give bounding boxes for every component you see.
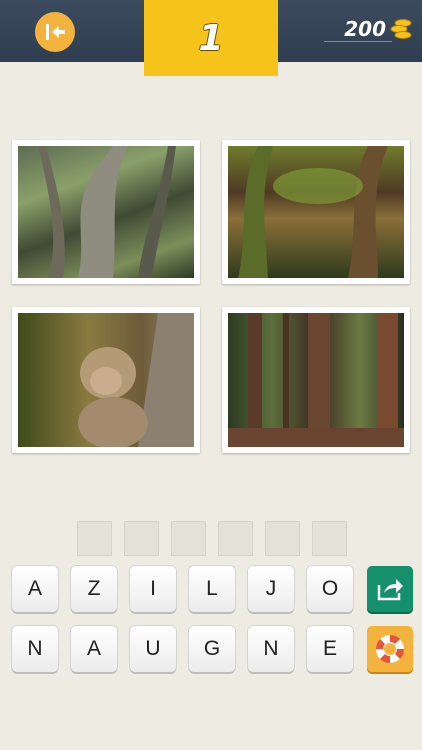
photo-redwood-forest [228, 313, 404, 447]
letter-key[interactable]: J [248, 566, 294, 612]
photo-3 [12, 307, 200, 453]
share-button[interactable] [367, 566, 413, 612]
letter-key[interactable]: Z [71, 566, 117, 612]
letter-key[interactable]: U [130, 626, 176, 672]
coin-stack-icon [390, 19, 412, 39]
letter-key[interactable]: I [130, 566, 176, 612]
coin-underline [324, 41, 392, 42]
photo-2 [222, 140, 410, 284]
letter-key[interactable]: N [12, 626, 58, 672]
level-number: 1 [198, 17, 224, 59]
level-badge: 1 [144, 0, 278, 76]
help-button[interactable] [367, 626, 413, 672]
answer-slots [77, 521, 347, 556]
letter-key[interactable]: A [12, 566, 58, 612]
coin-counter: 200 [324, 16, 412, 42]
back-button[interactable] [35, 12, 75, 52]
answer-slot[interactable] [265, 521, 300, 556]
lifebuoy-icon [375, 634, 405, 664]
letter-key[interactable]: N [248, 626, 294, 672]
photo-fern-forest [228, 146, 404, 278]
photo-monkey-tree [18, 313, 194, 447]
answer-slot[interactable] [124, 521, 159, 556]
answer-slot[interactable] [312, 521, 347, 556]
photo-1 [12, 140, 200, 284]
share-icon [377, 579, 403, 601]
answer-slot[interactable] [77, 521, 112, 556]
letter-key[interactable]: E [307, 626, 353, 672]
photo-vines-tree [18, 146, 194, 278]
coin-count: 200 [344, 17, 386, 41]
letter-key[interactable]: L [189, 566, 235, 612]
photo-4 [222, 307, 410, 453]
letter-key[interactable]: A [71, 626, 117, 672]
back-arrow-icon [46, 24, 65, 40]
answer-slot[interactable] [171, 521, 206, 556]
letter-key[interactable]: O [307, 566, 353, 612]
answer-slot[interactable] [218, 521, 253, 556]
letter-key[interactable]: G [189, 626, 235, 672]
